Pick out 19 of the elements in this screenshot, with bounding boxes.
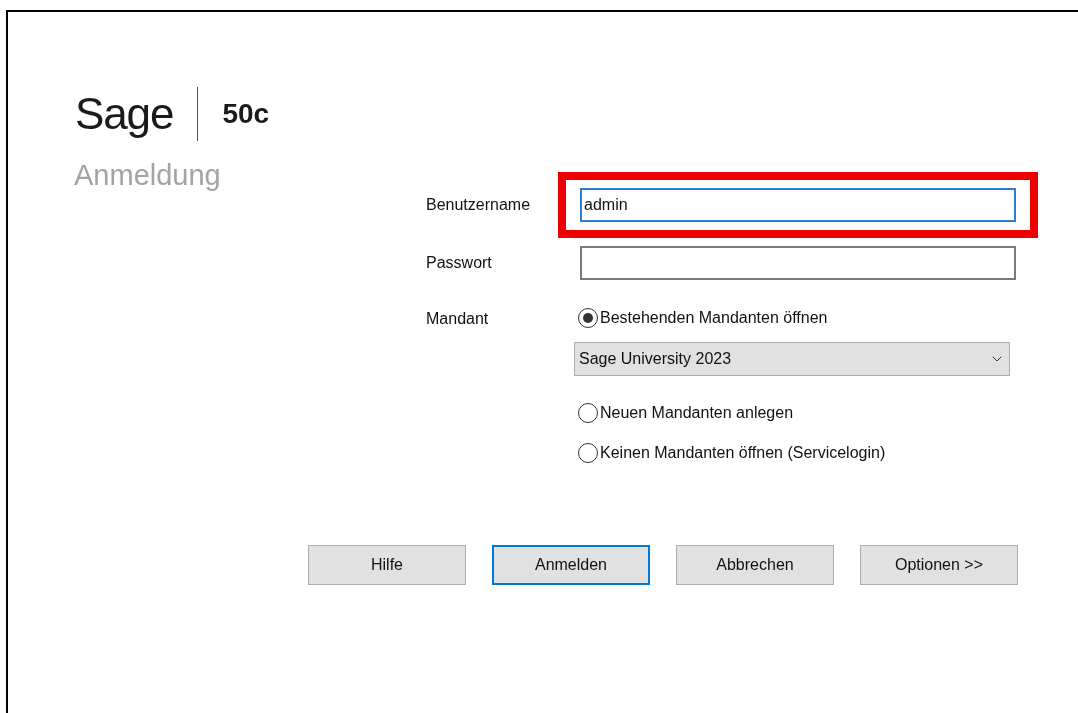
radio-label: Bestehenden Mandanten öffnen — [600, 307, 828, 328]
text-field[interactable]: admin — [580, 187, 1016, 222]
field-label: Benutzername — [426, 194, 532, 215]
dropdown[interactable]: Sage University 2023 — [574, 341, 1010, 376]
dialog-button[interactable]: Abbrechen — [676, 544, 834, 585]
field-label: Mandant — [426, 308, 490, 329]
field-label: Passwort — [426, 252, 493, 273]
radio-button[interactable] — [578, 442, 598, 463]
dialog-button[interactable]: Hilfe — [308, 544, 466, 585]
brand-logo: Sage — [75, 92, 174, 136]
page-heading: Anmeldung — [74, 159, 221, 191]
dialog-button[interactable]: Anmelden — [492, 544, 650, 585]
product-name: 50c — [222, 97, 270, 131]
dialog-button[interactable]: Optionen >> — [860, 544, 1018, 585]
radio-button[interactable] — [578, 307, 598, 328]
radio-label: Keinen Mandanten öffnen (Servicelogin) — [600, 442, 886, 463]
text-field[interactable] — [580, 245, 1016, 280]
radio-button[interactable] — [578, 402, 598, 423]
radio-label: Neuen Mandanten anlegen — [600, 402, 794, 423]
